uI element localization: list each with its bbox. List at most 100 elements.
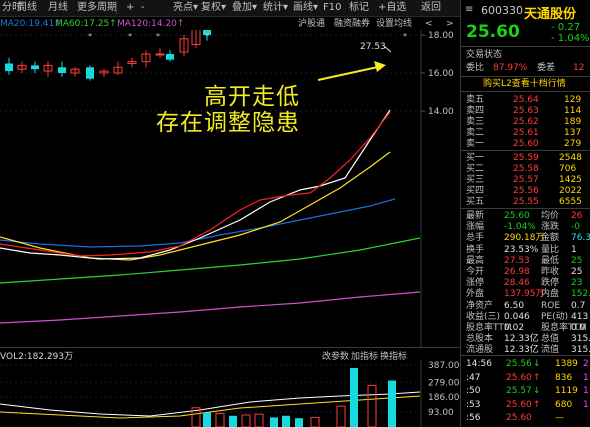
add-watchlist-button[interactable]: +自选 <box>378 0 406 16</box>
stats-button[interactable]: 统计▾ <box>263 0 288 16</box>
ma10-line <box>0 151 391 261</box>
stock-name: 天通股份 <box>524 7 577 22</box>
divider <box>461 76 590 77</box>
stat-value: 25.60 <box>504 211 530 221</box>
f10-button[interactable]: F10 <box>323 0 341 16</box>
stat-value: 0.02 <box>504 323 525 333</box>
tick-time: :53 <box>466 399 481 410</box>
volume-bar-down <box>229 415 237 427</box>
tick-arrow-icon: ↓ <box>533 386 541 396</box>
volume-bar-up <box>310 416 320 427</box>
stat-value: -1.04% <box>504 222 536 233</box>
stat-row: 换手 23.53% 量比 1 <box>461 244 590 256</box>
weicha-value: 12 <box>573 63 585 73</box>
y-tick-label: 14.00 <box>428 107 454 117</box>
ma60-line <box>0 237 421 284</box>
ma120-value: MA120:14.20↑ <box>117 19 185 29</box>
vol-tick-label: 186.00 <box>428 393 460 403</box>
divider <box>461 46 590 47</box>
prev-arrow[interactable]: < <box>425 19 433 30</box>
tick-count: 1 <box>583 386 589 396</box>
level2-link[interactable]: 购买L2查看十档行情 <box>483 78 566 90</box>
stat-row: 总股本 12.33亿总值 315.8 <box>461 333 590 345</box>
candle-body-down <box>86 67 94 79</box>
tick-count: 1 <box>583 372 589 383</box>
stat-label: 收益(三) <box>466 311 501 322</box>
stat-value: 23.53% <box>504 244 539 255</box>
month-tab[interactable]: 月线 <box>48 0 68 16</box>
candle-body-down <box>58 67 66 73</box>
stat-value: 6.50 <box>504 300 525 311</box>
stat-label: 最高 <box>466 255 485 266</box>
mark-button[interactable]: 标记 <box>349 0 369 16</box>
tick-price: 25.57 <box>506 386 532 396</box>
next-arrow[interactable]: > <box>446 19 454 30</box>
vol-tick-label: 93.00 <box>428 408 454 418</box>
more-period-tab[interactable]: 更多周期 <box>77 0 117 16</box>
divider <box>461 355 590 356</box>
margin-trading-link[interactable]: 融资融券 <box>334 19 370 30</box>
quote-panel: ≡ 600330 天通股份 25.60 - 0.27 - 1.04% 交易状态 … <box>460 0 590 427</box>
stat-value: 26.98 <box>504 267 530 277</box>
level2-banner[interactable]: 购买L2查看十档行情 <box>461 78 590 90</box>
stat-value: 1 <box>571 244 577 255</box>
zoom-in-button[interactable]: + <box>126 0 134 16</box>
stat-row: 最新 25.60 均价 26 <box>461 210 590 222</box>
tick-volume: 836 <box>555 372 573 383</box>
tick-count: 1 <box>583 399 589 410</box>
stat-label: 最新 <box>466 211 485 221</box>
candle-body-down <box>5 63 13 72</box>
weibi-row: 委比 87.97% 委差 12 <box>461 62 590 74</box>
overlay-button[interactable]: 叠加▾ <box>232 0 257 16</box>
stat-label: 昨收 <box>541 267 560 277</box>
stat-label: ROE <box>541 300 561 311</box>
tick-price: 25.60 <box>506 372 532 383</box>
zoom-out-button[interactable]: - <box>141 0 145 16</box>
weibi-label: 委比 <box>466 63 485 73</box>
tick-row: :47 25.60 ↑ 836 1 <box>461 372 590 384</box>
set-ma-link[interactable]: 设置均线 <box>376 19 412 30</box>
stat-value: 25 <box>571 255 583 266</box>
annotation-line2: 存在调整隐患 <box>156 110 300 136</box>
week-tab[interactable]: 周线 <box>17 0 37 16</box>
price-change-pct: - 1.04% <box>551 33 590 44</box>
draw-line-button[interactable]: 画线▾ <box>293 0 318 16</box>
tick-arrow-icon: ↓ <box>533 359 541 369</box>
bid-price: 25.55 <box>513 197 539 207</box>
weicha-label: 委差 <box>537 63 556 73</box>
high-price-label: 27.53 <box>360 42 386 52</box>
annotation-arrow-head <box>374 61 386 72</box>
fuquan-button[interactable]: 复权▾ <box>201 0 226 16</box>
stat-label: 涨跌 <box>541 222 560 233</box>
bid-row: 买五 25.55 6555 <box>461 196 590 208</box>
menu-icon[interactable]: ≡ <box>465 4 473 15</box>
event-marker: * <box>205 32 209 41</box>
candle-body-down <box>166 54 174 60</box>
toolbar-separator <box>116 2 117 14</box>
stat-row: 涨幅 -1.04% 涨跌 -0 <box>461 221 590 233</box>
volume-bar-up <box>241 414 251 427</box>
tick-time: :56 <box>466 413 481 423</box>
event-marker: * <box>156 32 160 41</box>
ask-price: 25.60 <box>513 139 539 149</box>
stat-label: 跌停 <box>541 278 560 289</box>
volume-bar-down <box>295 418 303 427</box>
kline-chart[interactable]: 26.0024.0022.0020.0018.0016.0014.0027.53… <box>0 30 460 347</box>
stat-value: 27.53 <box>504 255 530 266</box>
volume-bar-up <box>336 405 346 427</box>
stat-label: 总手 <box>466 233 485 244</box>
ma60-value: MA60:17.25↑ <box>55 19 117 29</box>
stat-value: 26 <box>571 211 583 221</box>
highlight-button[interactable]: 亮点▾ <box>173 0 198 16</box>
tick-time: :47 <box>466 372 481 383</box>
weibi-value: 87.97% <box>493 63 528 73</box>
back-button[interactable]: 返回 <box>421 0 441 16</box>
volume-bar-down <box>203 412 211 427</box>
hsgt-link[interactable]: 沪股通 <box>298 19 325 30</box>
stat-value: 25 <box>571 267 583 277</box>
stat-row: 外盘 137.95万内盘 152.23 <box>461 288 590 300</box>
volume-chart[interactable]: 387.00 279.00 186.00 93.00 <box>0 360 460 427</box>
stat-label: 外盘 <box>466 289 485 300</box>
stat-label: 总值 <box>541 334 560 345</box>
stat-value: 290.18万 <box>504 233 545 244</box>
